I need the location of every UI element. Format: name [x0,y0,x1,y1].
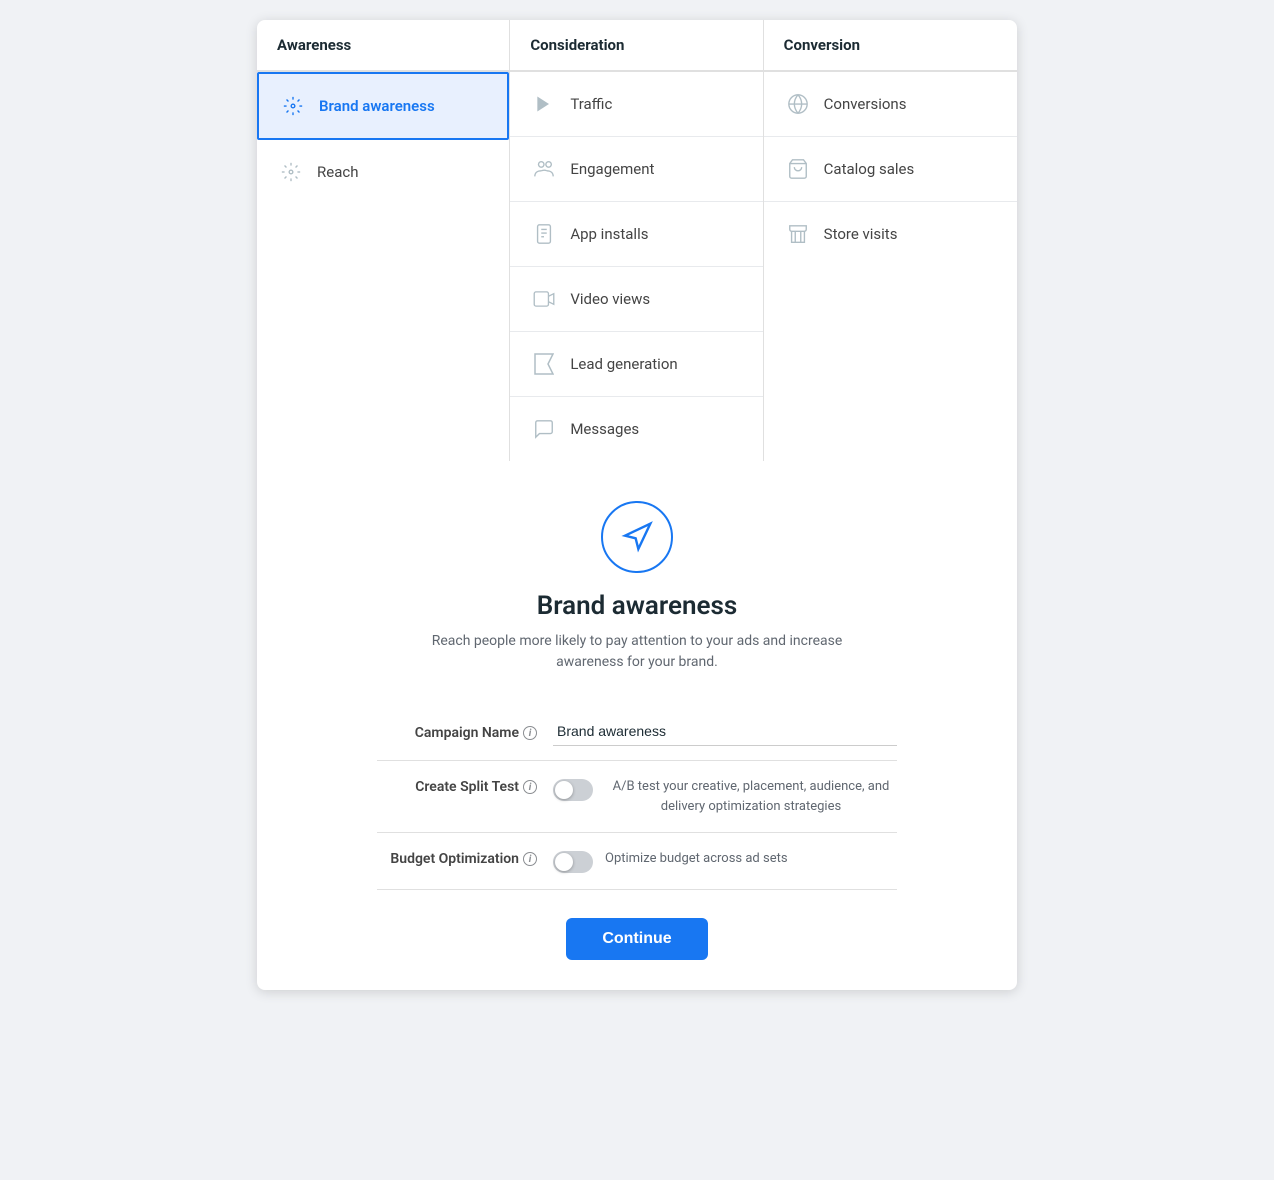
brand-awareness-icon [279,92,307,120]
catalog-sales-icon [784,155,812,183]
app-installs-label: App installs [570,225,648,243]
split-test-label: Create Split Test i [377,777,537,795]
reach-label: Reach [317,163,358,181]
video-views-label: Video views [570,290,650,308]
consideration-column: Traffic Engagement [510,72,763,461]
campaign-form: Campaign Name i Create Split Test i A/B … [377,703,897,890]
split-test-toggle-content: A/B test your creative, placement, audie… [553,777,897,816]
brand-awareness-item[interactable]: Brand awareness [257,72,509,140]
continue-button[interactable]: Continue [566,918,707,960]
app-installs-item[interactable]: App installs [510,202,762,267]
catalog-sales-item[interactable]: Catalog sales [764,137,1017,202]
store-visits-icon [784,220,812,248]
messages-label: Messages [570,420,639,438]
store-visits-label: Store visits [824,225,898,243]
conversions-icon [784,90,812,118]
conversion-column: Conversions Catalog sales [764,72,1017,461]
budget-toggle-content: Optimize budget across ad sets [553,849,897,873]
lead-generation-icon [530,350,558,378]
detail-title: Brand awareness [537,591,738,621]
app-installs-icon [530,220,558,248]
budget-optimization-row: Budget Optimization i Optimize budget ac… [377,833,897,890]
reach-icon [277,158,305,186]
budget-description: Optimize budget across ad sets [605,849,788,869]
engagement-icon [530,155,558,183]
conversion-header: Conversion [764,20,1017,71]
messages-icon [530,415,558,443]
store-visits-item[interactable]: Store visits [764,202,1017,266]
traffic-label: Traffic [570,95,612,113]
brand-awareness-label: Brand awareness [319,97,435,115]
budget-optimization-label: Budget Optimization i [377,849,537,867]
split-test-toggle[interactable] [553,779,593,801]
traffic-item[interactable]: Traffic [510,72,762,137]
awareness-header: Awareness [257,20,510,71]
split-test-row: Create Split Test i A/B test your creati… [377,761,897,833]
traffic-icon [530,90,558,118]
detail-description: Reach people more likely to pay attentio… [417,631,857,673]
detail-icon-circle [601,501,673,573]
campaign-name-label: Campaign Name i [377,717,537,741]
lead-generation-item[interactable]: Lead generation [510,332,762,397]
campaign-name-info-icon[interactable]: i [523,726,537,740]
engagement-label: Engagement [570,160,654,178]
campaign-objective-modal: Awareness Consideration Conversion [257,20,1017,990]
detail-section: Brand awareness Reach people more likely… [257,461,1017,990]
consideration-header: Consideration [510,20,763,71]
video-views-item[interactable]: Video views [510,267,762,332]
campaign-name-row: Campaign Name i [377,703,897,761]
catalog-sales-label: Catalog sales [824,160,915,178]
messages-item[interactable]: Messages [510,397,762,461]
reach-item[interactable]: Reach [257,140,509,204]
engagement-item[interactable]: Engagement [510,137,762,202]
objective-headers: Awareness Consideration Conversion [257,20,1017,72]
split-test-info-icon[interactable]: i [523,780,537,794]
budget-info-icon[interactable]: i [523,852,537,866]
campaign-name-input[interactable] [553,717,897,746]
video-views-icon [530,285,558,313]
conversions-item[interactable]: Conversions [764,72,1017,137]
awareness-column: Brand awareness Reach [257,72,510,461]
conversions-label: Conversions [824,95,907,113]
lead-generation-label: Lead generation [570,355,677,373]
budget-optimization-toggle[interactable] [553,851,593,873]
objective-grid-body: Brand awareness Reach [257,72,1017,461]
split-test-description: A/B test your creative, placement, audie… [605,777,897,816]
